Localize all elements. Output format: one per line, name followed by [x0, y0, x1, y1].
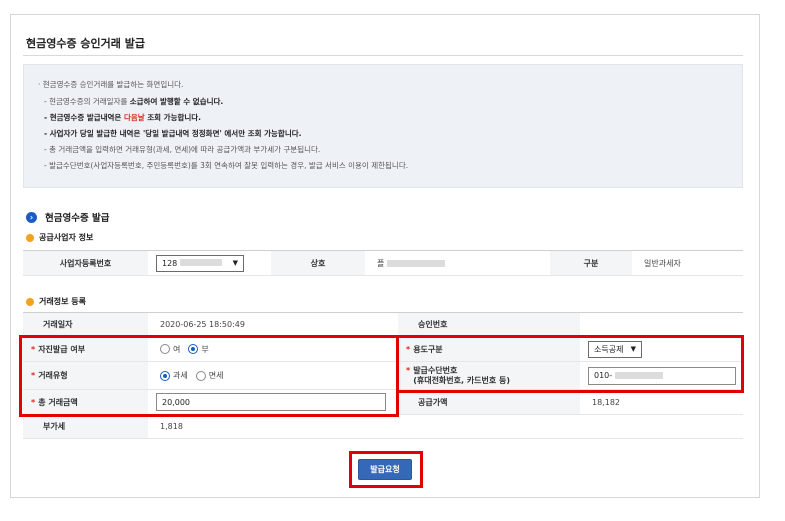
- type-value: 일반과세자: [644, 258, 681, 268]
- supplier-row: 사업자등록번호 128 ▼ 상호 플 구분 일반과세자: [23, 250, 743, 276]
- highlight-right: [396, 335, 744, 393]
- biz-no-select[interactable]: 128 ▼: [156, 254, 244, 272]
- supplier-title: 공급사업자 정보: [26, 232, 93, 243]
- chevron-down-icon: ▼: [232, 259, 238, 267]
- vat-value: 1,818: [160, 422, 183, 431]
- title-divider: [23, 55, 743, 56]
- notice-box: · 현금영수증 승인거래를 발급하는 화면입니다. - 현금영수증의 거래일자를…: [23, 64, 743, 188]
- transaction-title-label: 거래정보 등록: [39, 297, 86, 306]
- approval-value: [580, 313, 743, 336]
- vat-label: 부가세: [23, 415, 148, 438]
- name-label: 상호: [271, 251, 365, 275]
- notice-line-5: - 발급수단번호(사업자등록번호, 주민등록번호)를 3회 연속하여 잘못 입력…: [44, 161, 409, 170]
- page-title: 현금영수증 승인거래 발급: [26, 37, 145, 50]
- vat-row-empty: [398, 415, 743, 438]
- issue-request-button[interactable]: 발급요청: [358, 459, 412, 480]
- biz-no-label: 사업자등록번호: [23, 251, 148, 275]
- notice-line-4: - 총 거래금액을 입력하면 거래유형(과세, 면세)에 따라 공급가액과 부가…: [44, 145, 321, 154]
- notice-line-3: - 사업자가 당일 발급한 내역은 '당일 발급내역 정정화면' 에서만 조회 …: [44, 129, 302, 138]
- approval-label: 승인번호: [398, 313, 580, 336]
- supply-label: 공급가액: [398, 390, 580, 414]
- section-title: › 현금영수증 발급: [26, 210, 110, 224]
- bullet-icon: [26, 297, 34, 306]
- notice-line-1: - 현금영수증의 거래일자를 소급하여 발행할 수 없습니다.: [44, 97, 224, 106]
- type-label: 구분: [550, 251, 632, 275]
- notice-line-2: - 현금영수증 발급내역은 다음날 조회 가능합니다.: [44, 113, 202, 122]
- biz-no-select-wrap: 128 ▼: [156, 251, 271, 275]
- name-value: 플: [365, 251, 550, 275]
- section-title-label: 현금영수증 발급: [45, 213, 110, 224]
- date-row: 거래일자 2020-06-25 18:50:49 승인번호: [23, 312, 743, 337]
- vat-row: 부가세 1,818: [23, 415, 743, 439]
- supply-value: 18,182: [592, 397, 620, 407]
- arrow-right-icon: ›: [26, 211, 37, 223]
- transaction-title: 거래정보 등록: [26, 296, 86, 307]
- highlight-left: [19, 335, 399, 417]
- notice-lead: · 현금영수증 승인거래를 발급하는 화면입니다.: [38, 80, 184, 89]
- date-value: 2020-06-25 18:50:49: [160, 320, 245, 329]
- bullet-icon: [26, 233, 34, 242]
- date-label: 거래일자: [23, 313, 148, 336]
- supplier-title-label: 공급사업자 정보: [39, 233, 94, 242]
